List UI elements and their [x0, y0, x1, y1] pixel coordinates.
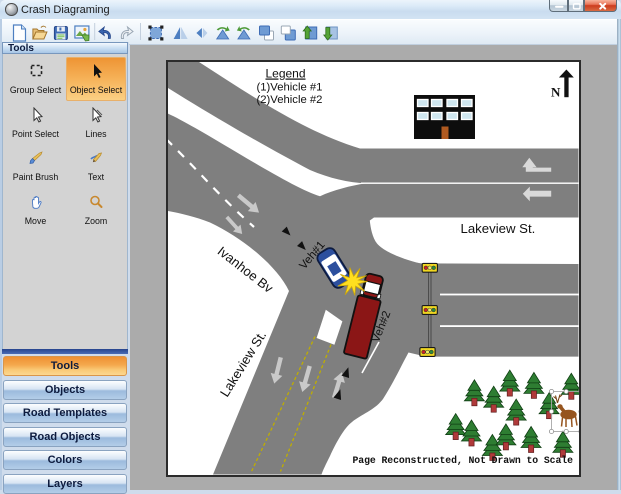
- svg-text:Legend: Legend: [265, 67, 305, 81]
- svg-text:N: N: [551, 85, 561, 100]
- svg-text:Page Reconstructed, Not Drawn: Page Reconstructed, Not Drawn to Scale: [353, 455, 574, 466]
- svg-text:(2)Vehicle #2: (2)Vehicle #2: [257, 94, 323, 106]
- svg-text:Lakeview St.: Lakeview St.: [461, 221, 536, 236]
- svg-text:(1)Vehicle #1: (1)Vehicle #1: [257, 81, 323, 93]
